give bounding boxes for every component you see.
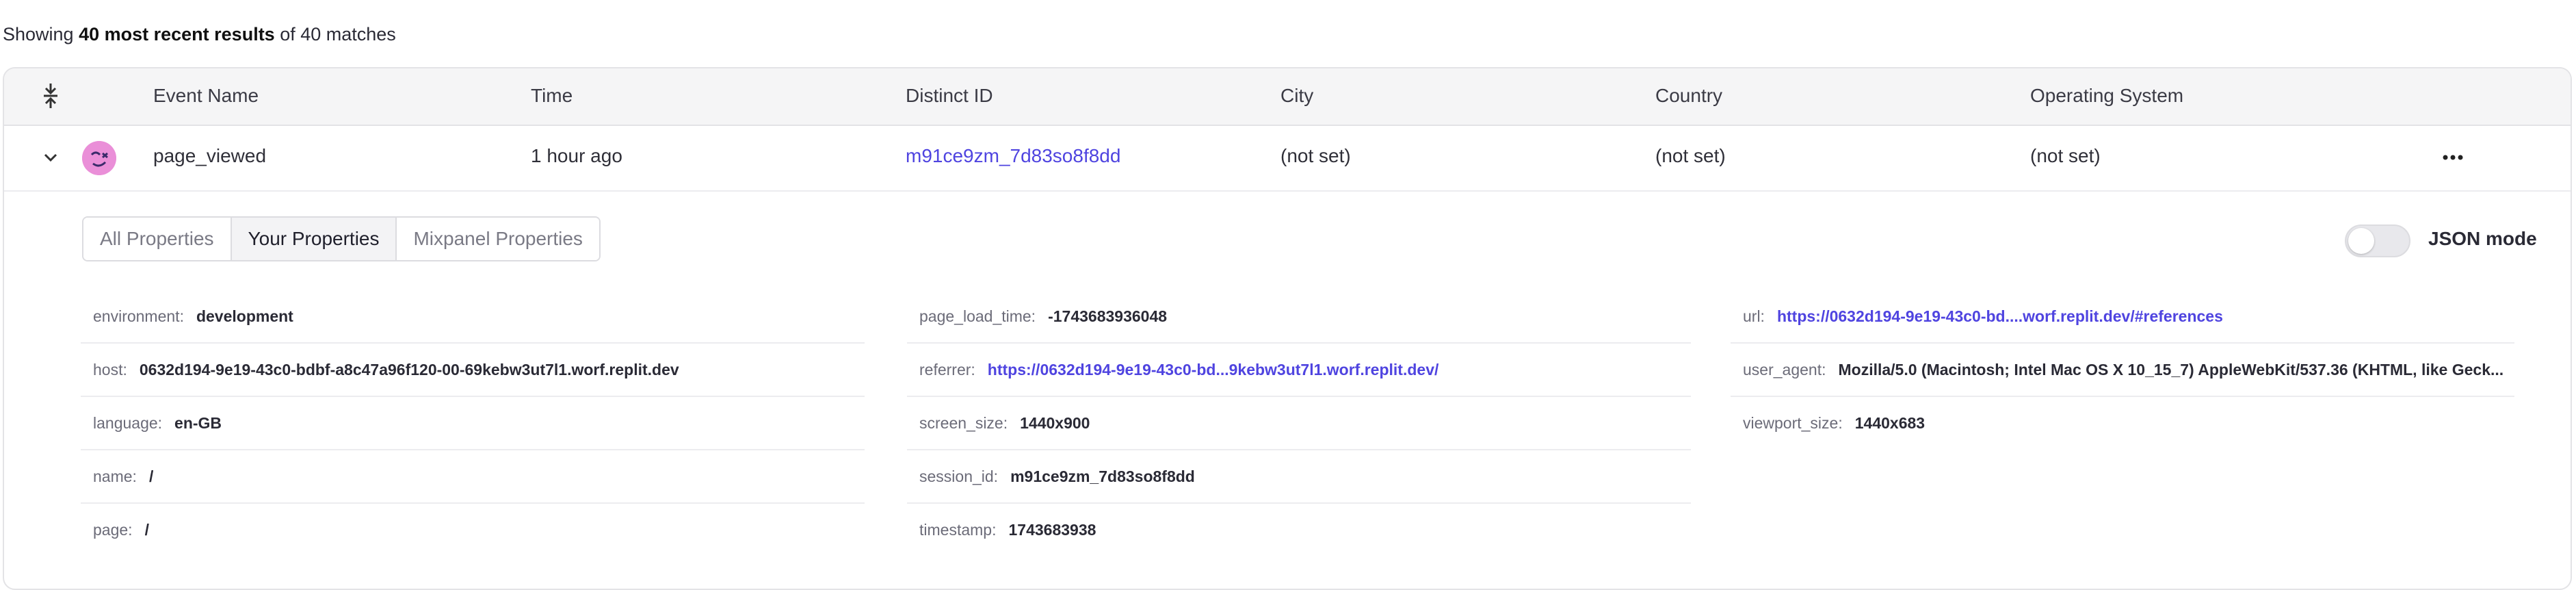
- results-prefix: Showing: [3, 24, 79, 44]
- tab-mixpanel-properties[interactable]: Mixpanel Properties: [397, 218, 599, 260]
- column-header-operating-system[interactable]: Operating System: [2030, 85, 2183, 107]
- property-value: 0632d194-9e19-43c0-bdbf-a8c47a96f120-00-…: [139, 360, 679, 379]
- property-row: viewport_size: 1440x683: [1731, 397, 2514, 449]
- property-key: session_id:: [919, 467, 999, 485]
- event-time: 1 hour ago: [531, 145, 622, 166]
- property-key: url:: [1743, 307, 1765, 325]
- avatar: [82, 141, 116, 175]
- property-value: 1440x683: [1854, 413, 1926, 432]
- property-key: environment:: [93, 307, 184, 325]
- property-value: /: [144, 520, 149, 539]
- property-row: language: en-GB: [81, 397, 865, 450]
- properties-column-3: url: https://0632d194-9e19-43c0-bd....wor…: [1731, 290, 2514, 449]
- row-expand-toggle[interactable]: [37, 144, 64, 171]
- property-value: Mozilla/5.0 (Macintosh; Intel Mac OS X 1…: [1838, 360, 2504, 379]
- column-header-time[interactable]: Time: [531, 85, 573, 107]
- avatar-face-icon: [82, 141, 116, 175]
- property-key: page:: [93, 520, 133, 539]
- property-key: language:: [93, 413, 163, 432]
- collapse-arrows-icon: [44, 84, 57, 108]
- event-name: page_viewed: [153, 145, 267, 166]
- property-row: host: 0632d194-9e19-43c0-bdbf-a8c47a96f12…: [81, 344, 865, 397]
- property-value: /: [148, 467, 154, 485]
- property-row: timestamp: 1743683938: [907, 504, 1691, 556]
- property-key: host:: [93, 360, 127, 379]
- properties-column-1: environment: development host: 0632d194-9e…: [81, 290, 865, 556]
- event-country: (not set): [1655, 145, 1726, 166]
- property-key: viewport_size:: [1743, 413, 1843, 432]
- property-row: url: https://0632d194-9e19-43c0-bd....wor…: [1731, 290, 2514, 344]
- property-row: referrer: https://0632d194-9e19-43c0-bd..…: [907, 344, 1691, 397]
- more-horizontal-icon: [2443, 155, 2463, 160]
- property-row: user_agent: Mozilla/5.0 (Macintosh; Intel…: [1731, 344, 2514, 397]
- event-os: (not set): [2030, 145, 2101, 166]
- url-link[interactable]: https://0632d194-9e19-43c0-bd....worf.re…: [1777, 307, 2223, 326]
- property-value: m91ce9zm_7d83so8f8dd: [1010, 467, 1195, 485]
- chevron-down-icon: [44, 153, 57, 162]
- tab-your-properties[interactable]: Your Properties: [231, 218, 397, 260]
- results-count: 40 most recent results: [79, 24, 275, 44]
- properties-tabs: All Properties Your Properties Mixpanel …: [82, 216, 601, 261]
- property-key: screen_size:: [919, 413, 1008, 432]
- property-key: referrer:: [919, 360, 975, 379]
- property-key: name:: [93, 467, 137, 485]
- column-header-distinct-id[interactable]: Distinct ID: [906, 85, 993, 107]
- property-value: en-GB: [174, 413, 222, 432]
- table-header: Event Name Time Distinct ID City Country…: [4, 68, 2571, 126]
- property-key: page_load_time:: [919, 307, 1036, 325]
- property-row: page_load_time: -1743683936048: [907, 290, 1691, 344]
- collapse-all-button[interactable]: [36, 79, 66, 112]
- property-row: page: /: [81, 504, 865, 556]
- row-more-button[interactable]: [2432, 144, 2473, 171]
- property-row: session_id: m91ce9zm_7d83so8f8dd: [907, 450, 1691, 504]
- table-row[interactable]: page_viewed 1 hour ago m91ce9zm_7d83so8f…: [4, 125, 2571, 192]
- column-header-country[interactable]: Country: [1655, 85, 1722, 107]
- property-row: name: /: [81, 450, 865, 504]
- property-value: development: [196, 307, 293, 325]
- json-mode-label: JSON mode: [2428, 228, 2537, 249]
- tab-all-properties[interactable]: All Properties: [83, 218, 232, 260]
- distinct-id-link[interactable]: m91ce9zm_7d83so8f8dd: [906, 145, 1120, 167]
- json-mode-toggle[interactable]: [2345, 225, 2410, 257]
- property-key: user_agent:: [1743, 360, 1826, 379]
- property-value: 1743683938: [1008, 520, 1096, 539]
- property-row: environment: development: [81, 290, 865, 344]
- results-summary: Showing 40 most recent results of 40 mat…: [3, 24, 396, 45]
- column-header-event-name[interactable]: Event Name: [153, 85, 259, 107]
- event-city: (not set): [1280, 145, 1351, 166]
- referrer-link[interactable]: https://0632d194-9e19-43c0-bd...9kebw3ut…: [988, 361, 1439, 379]
- properties-column-2: page_load_time: -1743683936048 referrer: h…: [907, 290, 1691, 556]
- toggle-knob: [2348, 228, 2374, 254]
- property-value: -1743683936048: [1048, 307, 1168, 325]
- results-suffix: of 40 matches: [274, 24, 396, 44]
- property-value: 1440x900: [1020, 413, 1090, 432]
- property-row: screen_size: 1440x900: [907, 397, 1691, 450]
- property-key: timestamp:: [919, 520, 997, 539]
- column-header-city[interactable]: City: [1280, 85, 1313, 107]
